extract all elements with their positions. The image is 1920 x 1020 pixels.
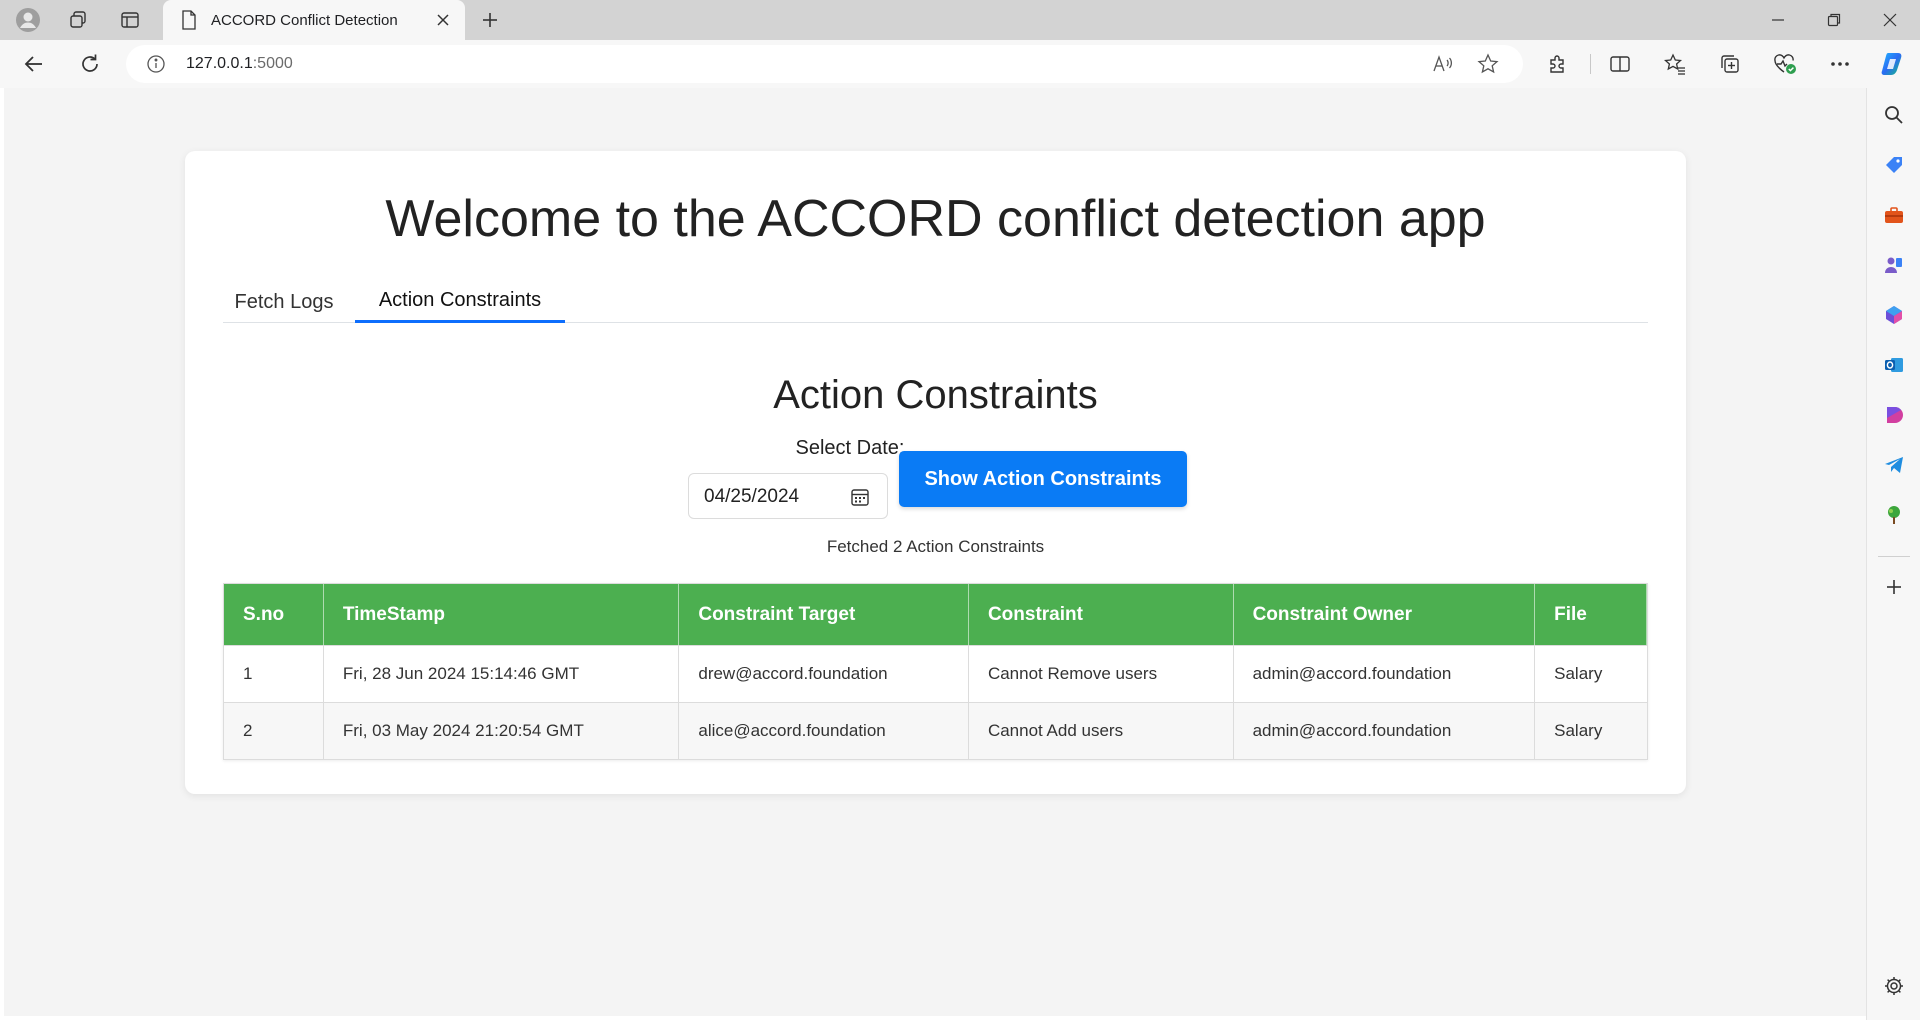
browser-sidebar [1866, 88, 1920, 1020]
address-bar[interactable]: 127.0.0.1:5000 [126, 45, 1523, 83]
vertical-tabs-icon[interactable] [108, 0, 152, 40]
cell-file: Salary [1554, 721, 1603, 740]
cell-constraint-target: alice@accord.foundation [679, 703, 969, 759]
microsoft-365-icon[interactable] [1880, 301, 1908, 329]
toolbar-divider [1590, 54, 1591, 74]
header-constraint-owner: Constraint Owner [1234, 584, 1536, 645]
fetched-status: Fetched 2 Action Constraints [826, 537, 1045, 556]
settings-icon[interactable] [1880, 972, 1908, 1000]
search-icon[interactable] [1880, 101, 1908, 129]
url-host: 127.0.0.1 [186, 55, 253, 72]
date-value: 04/25/2024 [704, 486, 800, 507]
table-row: 2 Fri, 03 May 2024 21:20:54 GMT alice@ac… [224, 702, 1647, 759]
designer-icon[interactable] [1880, 401, 1908, 429]
info-icon[interactable] [144, 52, 168, 76]
cell-file: Salary [1554, 664, 1603, 683]
plus-icon[interactable] [470, 0, 510, 40]
cell-constraint: Cannot Remove users [969, 646, 1234, 702]
tree-icon[interactable] [1880, 501, 1908, 529]
cell-sno: 1 [224, 646, 324, 702]
extensions-icon[interactable] [1538, 44, 1578, 84]
workspaces-icon[interactable] [56, 0, 100, 40]
tab-title: ACCORD Conflict Detection [211, 12, 398, 29]
profile-icon[interactable] [6, 0, 50, 40]
games-icon[interactable] [1880, 251, 1908, 279]
shopping-icon[interactable] [1880, 151, 1908, 179]
header-constraint: Constraint [969, 584, 1234, 645]
split-screen-icon[interactable] [1600, 44, 1640, 84]
cell-constraint: Cannot Add users [969, 703, 1234, 759]
header-sno: S.no [224, 584, 324, 645]
header-file: File [1535, 584, 1647, 645]
show-action-constraints-button[interactable]: Show Action Constraints [899, 451, 1187, 507]
minimize-icon[interactable] [1750, 0, 1806, 40]
browser-tab-active[interactable]: ACCORD Conflict Detection [163, 0, 465, 40]
page-icon [181, 10, 197, 35]
tools-icon[interactable] [1880, 201, 1908, 229]
restore-icon[interactable] [1806, 0, 1862, 40]
calendar-icon[interactable] [849, 486, 871, 508]
sidebar-divider [1878, 556, 1910, 557]
cell-constraint-owner: admin@accord.foundation [1234, 646, 1536, 702]
copilot-icon[interactable] [1873, 44, 1913, 84]
cell-timestamp: Fri, 28 Jun 2024 15:14:46 GMT [324, 646, 680, 702]
header-constraint-target: Constraint Target [679, 584, 969, 645]
browser-essentials-icon[interactable] [1765, 44, 1805, 84]
header-timestamp: TimeStamp [324, 584, 680, 645]
tab-bar: Fetch Logs Action Constraints [223, 281, 1648, 323]
cell-sno: 2 [224, 703, 324, 759]
favorites-icon[interactable] [1655, 44, 1695, 84]
date-input[interactable]: 04/25/2024 [688, 473, 888, 519]
table-header-row: S.no TimeStamp Constraint Target Constra… [224, 584, 1647, 645]
page-title: Welcome to the ACCORD conflict detection… [385, 190, 1486, 248]
add-icon[interactable] [1880, 573, 1908, 601]
browser-toolbar: 127.0.0.1:5000 [0, 40, 1920, 88]
url-text: 127.0.0.1:5000 [186, 55, 293, 73]
table-row: 1 Fri, 28 Jun 2024 15:14:46 GMT drew@acc… [224, 645, 1647, 702]
more-icon[interactable] [1820, 44, 1860, 84]
browser-titlebar: ACCORD Conflict Detection [0, 0, 1920, 40]
outlook-icon[interactable] [1880, 351, 1908, 379]
url-port: :5000 [252, 55, 293, 72]
section-title: Action Constraints [773, 373, 1098, 417]
favorite-star-icon[interactable] [1476, 52, 1500, 76]
refresh-icon[interactable] [70, 44, 110, 84]
tab-fetch-logs[interactable]: Fetch Logs [223, 281, 345, 323]
back-icon[interactable] [14, 44, 54, 84]
cell-constraint-owner: admin@accord.foundation [1234, 703, 1536, 759]
read-aloud-icon[interactable] [1431, 52, 1455, 76]
close-icon[interactable] [431, 8, 455, 32]
close-window-icon[interactable] [1862, 0, 1918, 40]
tab-action-constraints[interactable]: Action Constraints [355, 281, 565, 323]
cell-constraint-target: drew@accord.foundation [679, 646, 969, 702]
app-card: Welcome to the ACCORD conflict detection… [185, 151, 1686, 794]
cell-timestamp: Fri, 03 May 2024 21:20:54 GMT [324, 703, 680, 759]
telegram-icon[interactable] [1880, 451, 1908, 479]
collections-icon[interactable] [1710, 44, 1750, 84]
constraints-table: S.no TimeStamp Constraint Target Constra… [223, 583, 1648, 760]
page-viewport: Welcome to the ACCORD conflict detection… [4, 88, 1866, 1016]
